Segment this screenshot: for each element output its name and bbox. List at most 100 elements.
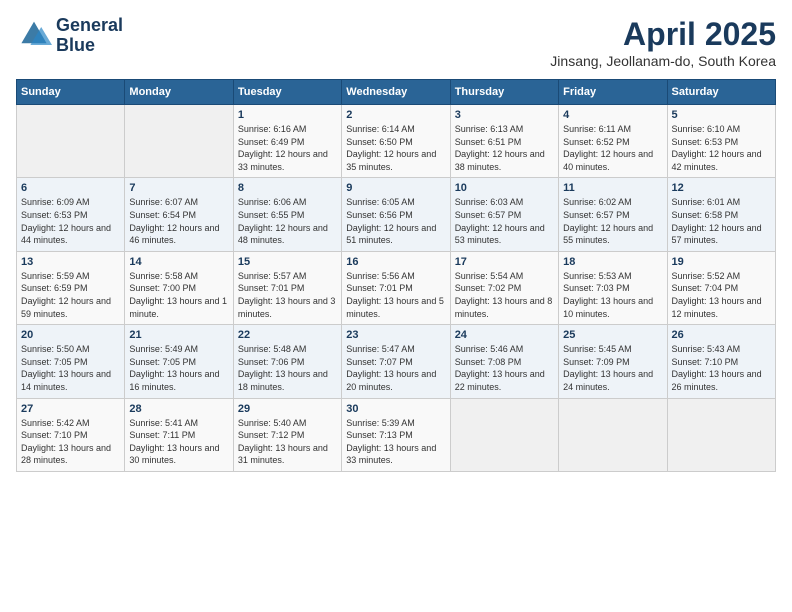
calendar-cell: 12 Sunrise: 6:01 AMSunset: 6:58 PMDayligh…: [667, 178, 775, 251]
calendar-cell: 17Sunrise: 5:54 AMSunset: 7:02 PMDayligh…: [450, 251, 558, 324]
day-number: 21: [129, 329, 228, 341]
day-info: Sunrise: 5:46 AMSunset: 7:08 PMDaylight:…: [455, 343, 554, 393]
weekday-header-monday: Monday: [125, 80, 233, 105]
month-title: April 2025: [550, 16, 776, 53]
day-info: Sunrise: 5:43 AMSunset: 7:10 PMDaylight:…: [672, 343, 771, 393]
calendar-cell: 20 Sunrise: 5:50 AMSunset: 7:05 PMDayligh…: [17, 325, 125, 398]
calendar-cell: 19 Sunrise: 5:52 AMSunset: 7:04 PMDayligh…: [667, 251, 775, 324]
calendar-cell: 25Sunrise: 5:45 AMSunset: 7:09 PMDayligh…: [559, 325, 667, 398]
calendar-cell: 10 Sunrise: 6:03 AMSunset: 6:57 PMDayligh…: [450, 178, 558, 251]
calendar-cell: [667, 398, 775, 471]
day-number: 10: [455, 182, 554, 194]
calendar-cell: 23 Sunrise: 5:47 AMSunset: 7:07 PMDayligh…: [342, 325, 450, 398]
calendar-cell: 14 Sunrise: 5:58 AMSunset: 7:00 PMDayligh…: [125, 251, 233, 324]
day-info: Sunrise: 6:07 AMSunset: 6:54 PMDaylight:…: [129, 196, 228, 246]
day-number: 14: [129, 256, 228, 268]
location-title: Jinsang, Jeollanam-do, South Korea: [550, 53, 776, 69]
day-info: Sunrise: 5:57 AMSunset: 7:01 PMDaylight:…: [238, 270, 337, 320]
day-number: 28: [129, 403, 228, 415]
day-info: Sunrise: 6:16 AMSunset: 6:49 PMDaylight:…: [238, 123, 337, 173]
calendar-cell: 28 Sunrise: 5:41 AMSunset: 7:11 PMDayligh…: [125, 398, 233, 471]
day-info: Sunrise: 6:02 AMSunset: 6:57 PMDaylight:…: [563, 196, 662, 246]
day-number: 29: [238, 403, 337, 415]
calendar-cell: [450, 398, 558, 471]
day-number: 4: [563, 109, 662, 121]
day-number: 5: [672, 109, 771, 121]
calendar-cell: 27Sunrise: 5:42 AMSunset: 7:10 PMDayligh…: [17, 398, 125, 471]
day-number: 17: [455, 256, 554, 268]
day-info: Sunrise: 5:39 AMSunset: 7:13 PMDaylight:…: [346, 417, 445, 467]
day-number: 3: [455, 109, 554, 121]
weekday-header-saturday: Saturday: [667, 80, 775, 105]
day-info: Sunrise: 5:40 AMSunset: 7:12 PMDaylight:…: [238, 417, 337, 467]
day-number: 1: [238, 109, 337, 121]
day-number: 30: [346, 403, 445, 415]
day-number: 25: [563, 329, 662, 341]
weekday-header-sunday: Sunday: [17, 80, 125, 105]
calendar-cell: 30 Sunrise: 5:39 AMSunset: 7:13 PMDayligh…: [342, 398, 450, 471]
day-number: 13: [21, 256, 120, 268]
day-info: Sunrise: 5:50 AMSunset: 7:05 PMDaylight:…: [21, 343, 120, 393]
day-number: 2: [346, 109, 445, 121]
calendar-cell: 16Sunrise: 5:56 AMSunset: 7:01 PMDayligh…: [342, 251, 450, 324]
day-number: 8: [238, 182, 337, 194]
day-info: Sunrise: 6:13 AMSunset: 6:51 PMDaylight:…: [455, 123, 554, 173]
calendar-cell: 13Sunrise: 5:59 AMSunset: 6:59 PMDayligh…: [17, 251, 125, 324]
day-number: 23: [346, 329, 445, 341]
day-info: Sunrise: 6:09 AMSunset: 6:53 PMDaylight:…: [21, 196, 120, 246]
day-info: Sunrise: 6:03 AMSunset: 6:57 PMDaylight:…: [455, 196, 554, 246]
calendar-cell: 2 Sunrise: 6:14 AMSunset: 6:50 PMDaylight…: [342, 105, 450, 178]
day-info: Sunrise: 5:52 AMSunset: 7:04 PMDaylight:…: [672, 270, 771, 320]
day-info: Sunrise: 6:01 AMSunset: 6:58 PMDaylight:…: [672, 196, 771, 246]
day-info: Sunrise: 6:10 AMSunset: 6:53 PMDaylight:…: [672, 123, 771, 173]
calendar-table: SundayMondayTuesdayWednesdayThursdayFrid…: [16, 79, 776, 472]
calendar-cell: 22Sunrise: 5:48 AMSunset: 7:06 PMDayligh…: [233, 325, 341, 398]
weekday-header-friday: Friday: [559, 80, 667, 105]
day-info: Sunrise: 5:53 AMSunset: 7:03 PMDaylight:…: [563, 270, 662, 320]
day-info: Sunrise: 5:42 AMSunset: 7:10 PMDaylight:…: [21, 417, 120, 467]
weekday-header-thursday: Thursday: [450, 80, 558, 105]
day-number: 24: [455, 329, 554, 341]
day-info: Sunrise: 6:05 AMSunset: 6:56 PMDaylight:…: [346, 196, 445, 246]
day-info: Sunrise: 5:41 AMSunset: 7:11 PMDaylight:…: [129, 417, 228, 467]
day-number: 16: [346, 256, 445, 268]
day-info: Sunrise: 6:11 AMSunset: 6:52 PMDaylight:…: [563, 123, 662, 173]
day-info: Sunrise: 6:06 AMSunset: 6:55 PMDaylight:…: [238, 196, 337, 246]
day-info: Sunrise: 6:14 AMSunset: 6:50 PMDaylight:…: [346, 123, 445, 173]
calendar-cell: 29 Sunrise: 5:40 AMSunset: 7:12 PMDayligh…: [233, 398, 341, 471]
week-row-1: 1 Sunrise: 6:16 AMSunset: 6:49 PMDaylight…: [17, 105, 776, 178]
day-info: Sunrise: 5:47 AMSunset: 7:07 PMDaylight:…: [346, 343, 445, 393]
day-number: 6: [21, 182, 120, 194]
calendar-cell: [125, 105, 233, 178]
day-number: 26: [672, 329, 771, 341]
calendar-cell: 15 Sunrise: 5:57 AMSunset: 7:01 PMDayligh…: [233, 251, 341, 324]
calendar-cell: [17, 105, 125, 178]
weekday-header-tuesday: Tuesday: [233, 80, 341, 105]
calendar-cell: 26 Sunrise: 5:43 AMSunset: 7:10 PMDayligh…: [667, 325, 775, 398]
calendar-cell: 4 Sunrise: 6:11 AMSunset: 6:52 PMDaylight…: [559, 105, 667, 178]
calendar-cell: 7 Sunrise: 6:07 AMSunset: 6:54 PMDaylight…: [125, 178, 233, 251]
day-number: 9: [346, 182, 445, 194]
day-info: Sunrise: 5:58 AMSunset: 7:00 PMDaylight:…: [129, 270, 228, 320]
day-number: 7: [129, 182, 228, 194]
day-number: 19: [672, 256, 771, 268]
logo: General Blue: [16, 16, 123, 56]
calendar-body: 1 Sunrise: 6:16 AMSunset: 6:49 PMDaylight…: [17, 105, 776, 472]
calendar-cell: [559, 398, 667, 471]
day-info: Sunrise: 5:48 AMSunset: 7:06 PMDaylight:…: [238, 343, 337, 393]
calendar-cell: 6 Sunrise: 6:09 AMSunset: 6:53 PMDaylight…: [17, 178, 125, 251]
calendar-header: SundayMondayTuesdayWednesdayThursdayFrid…: [17, 80, 776, 105]
calendar-cell: 21 Sunrise: 5:49 AMSunset: 7:05 PMDayligh…: [125, 325, 233, 398]
logo-icon: [16, 18, 52, 54]
day-number: 15: [238, 256, 337, 268]
day-number: 20: [21, 329, 120, 341]
calendar-cell: 9 Sunrise: 6:05 AMSunset: 6:56 PMDaylight…: [342, 178, 450, 251]
day-info: Sunrise: 5:49 AMSunset: 7:05 PMDaylight:…: [129, 343, 228, 393]
logo-text: General Blue: [56, 16, 123, 56]
day-number: 11: [563, 182, 662, 194]
week-row-4: 20 Sunrise: 5:50 AMSunset: 7:05 PMDayligh…: [17, 325, 776, 398]
week-row-3: 13Sunrise: 5:59 AMSunset: 6:59 PMDayligh…: [17, 251, 776, 324]
calendar-cell: 5 Sunrise: 6:10 AMSunset: 6:53 PMDaylight…: [667, 105, 775, 178]
day-number: 12: [672, 182, 771, 194]
calendar-cell: 18Sunrise: 5:53 AMSunset: 7:03 PMDayligh…: [559, 251, 667, 324]
